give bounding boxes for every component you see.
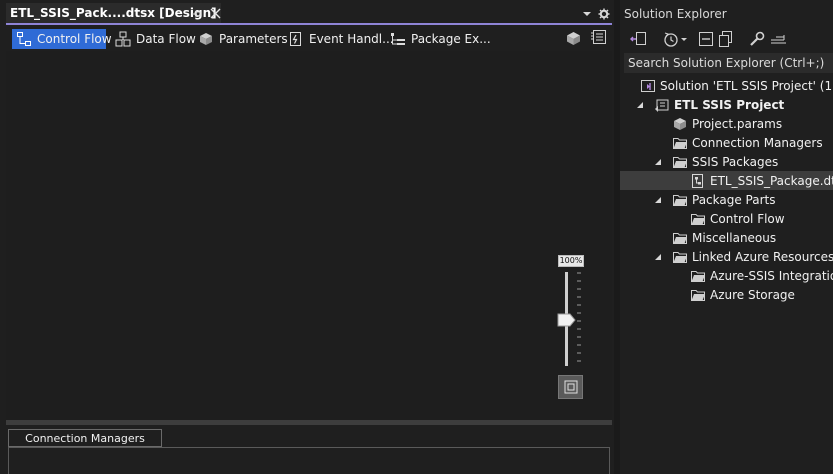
search-placeholder: Search Solution Explorer (Ctrl+;) [628,56,825,70]
tree-item-project[interactable]: ETL SSIS Project [620,95,833,114]
control-flow-canvas[interactable] [6,51,612,422]
tab-label: Event Handl... [309,32,394,46]
solution-explorer: Solution Explorer Search Solution Explor… [614,0,833,474]
expanded-arrow-icon[interactable] [654,253,662,261]
expanded-arrow-icon[interactable] [636,101,644,109]
tree-item-label: Miscellaneous [692,230,777,245]
tree-item-label: Control Flow [710,211,785,226]
tree-item-label: Azure-SSIS Integration R [710,268,833,283]
canvas-splitter[interactable] [6,420,612,425]
tree-item-label: Solution 'ETL SSIS Project' (1 of 1 p [660,78,833,93]
tree-item-etl-ssis-package[interactable]: ETL_SSIS_Package.dtsx [620,171,833,190]
zoom-to-fit-button[interactable] [558,375,583,399]
folder-icon [673,156,687,168]
tab-label: Control Flow [37,32,112,46]
tab-control-flow[interactable]: Control Flow [12,29,112,49]
pending-changes-filter-icon[interactable] [662,30,680,48]
tree-item-label: Package Parts [692,192,776,207]
folder-icon [691,270,705,282]
tab-label: Parameters [219,32,288,46]
tree-item-miscellaneous[interactable]: Miscellaneous [620,228,833,247]
document-tabstrip: ETL_SSIS_Pack....dtsx [Design] [0,3,614,25]
tab-label: Package Ex... [411,32,491,46]
expanded-arrow-icon[interactable] [654,158,662,166]
collapse-all-icon[interactable] [697,30,715,48]
tree-item-project-params[interactable]: Project.params [620,114,833,133]
solution-icon [641,79,655,92]
tree-item-label: Linked Azure Resources [692,249,833,264]
tab-parameters[interactable]: Parameters [194,29,292,49]
preview-selected-items-icon[interactable] [770,30,788,48]
params-icon [674,117,686,130]
pin-icon[interactable] [190,8,202,20]
tree-item-connection-managers[interactable]: Connection Managers [620,133,833,152]
tree-item-solution[interactable]: Solution 'ETL SSIS Project' (1 of 1 p [620,76,833,95]
data-flow-icon [115,31,131,47]
gear-icon[interactable] [598,8,610,20]
properties-wrench-icon[interactable] [748,30,766,48]
expanded-arrow-icon[interactable] [654,196,662,204]
tree-item-linked-azure-resources[interactable]: Linked Azure Resources [620,247,833,266]
chevron-down-icon[interactable] [582,10,592,18]
solution-explorer-toolbar [620,27,833,51]
tab-data-flow[interactable]: Data Flow [111,29,200,49]
document-tab[interactable]: ETL_SSIS_Pack....dtsx [Design] [6,3,221,25]
document-tab-accent-line [6,23,612,25]
folder-icon [673,137,687,149]
chevron-down-icon[interactable] [680,30,688,48]
tree-item-label: SSIS Packages [692,154,779,169]
solution-explorer-title: Solution Explorer [624,7,727,21]
event-handlers-icon [290,32,301,46]
zoom-slider-thumb[interactable] [557,313,576,327]
tab-package-explorer[interactable]: Package Ex... [386,29,495,49]
package-icon [692,173,703,188]
sync-with-document-icon[interactable] [630,30,648,48]
zoom-level-label: 100% [558,255,584,267]
connection-managers-panel: Connection Managers [8,428,610,474]
folder-icon [691,289,705,301]
tree-item-label: ETL SSIS Project [674,97,785,112]
tree-item-package-parts[interactable]: Package Parts [620,190,833,209]
project-icon [655,99,669,112]
connection-managers-area[interactable] [8,447,610,474]
tree-item-control-flow[interactable]: Control Flow [620,209,833,228]
folder-icon [691,213,705,225]
tree-item-azure-storage[interactable]: Azure Storage [620,285,833,304]
tab-connection-managers[interactable]: Connection Managers [8,429,162,447]
tree-item-label: ETL_SSIS_Package.dtsx [710,173,833,188]
tab-event-handlers[interactable]: Event Handl... [284,29,398,49]
folder-icon [673,232,687,244]
tree-item-ssis-packages[interactable]: SSIS Packages [620,152,833,171]
variables-icon[interactable] [565,30,582,47]
package-designer: ETL_SSIS_Pack....dtsx [Design] Control F… [0,0,614,474]
tree-item-label: Project.params [692,116,783,131]
document-tab-title: ETL_SSIS_Pack....dtsx [Design] [10,6,217,20]
folder-icon [673,194,687,206]
package-explorer-icon [391,33,405,45]
tree-item-label: Azure Storage [710,287,795,302]
folder-icon [673,251,687,263]
tree-item-azure-ssis-integration-runtime[interactable]: Azure-SSIS Integration R [620,266,833,285]
control-flow-icon [17,32,31,46]
zoom-fit-icon [564,380,577,394]
close-icon[interactable] [209,7,222,20]
tree-item-label: Connection Managers [692,135,823,150]
ssis-toolbox-icon[interactable] [590,29,607,46]
designer-tabbar: Control Flow Data Flow Parameters Event … [8,27,612,51]
parameters-icon [200,33,212,45]
show-all-files-icon[interactable] [718,30,736,48]
zoom-slider-ticks [577,272,581,362]
tab-label: Data Flow [136,32,196,46]
solution-explorer-search-input[interactable]: Search Solution Explorer (Ctrl+;) [624,53,833,73]
